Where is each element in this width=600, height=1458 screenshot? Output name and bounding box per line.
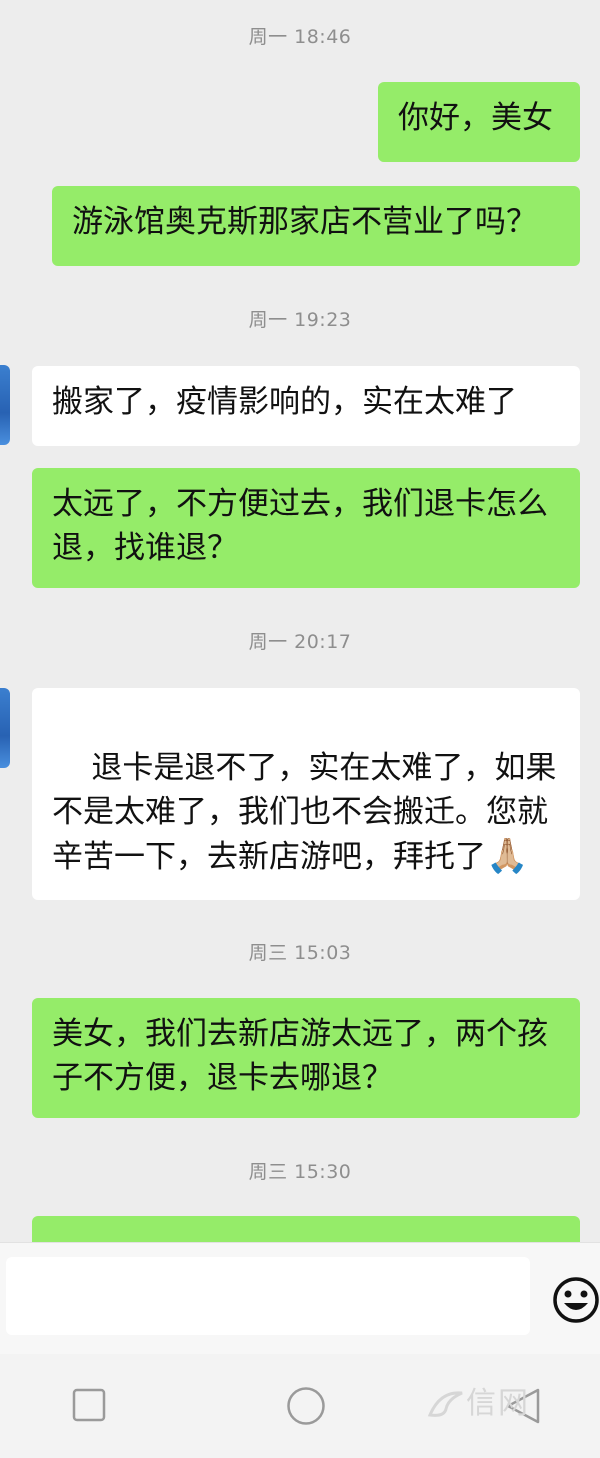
watermark-swirl-icon bbox=[427, 1390, 463, 1417]
smile-icon[interactable] bbox=[552, 1273, 600, 1327]
recent-square-icon[interactable] bbox=[72, 1388, 106, 1426]
message-bubble-received[interactable]: 搬家了，疫情影响的，实在太难了 bbox=[32, 366, 580, 446]
watermark-text: 信网 bbox=[466, 1386, 530, 1421]
message-text: 退卡是退不了，实在太难了，如果不是太难了，我们也不会搬迁。您就辛苦一下，去新店游… bbox=[52, 750, 557, 875]
message-bubble-sent[interactable]: 游泳馆奥克斯那家店不营业了吗？ bbox=[52, 186, 580, 266]
input-bar bbox=[0, 1242, 600, 1355]
contact-avatar[interactable] bbox=[0, 365, 10, 445]
message-input[interactable] bbox=[6, 1257, 530, 1335]
timestamp: 周一 19:23 bbox=[248, 309, 352, 331]
message-bubble-sent[interactable]: 太远了，不方便过去，我们退卡怎么退，找谁退？ bbox=[32, 468, 580, 588]
watermark-logo: 信网 bbox=[426, 1378, 530, 1425]
timestamp: 周三 15:03 bbox=[248, 942, 352, 964]
message-bubble-sent[interactable]: 美女，我们去新店游太远了，两个孩子不方便，退卡去哪退？ bbox=[32, 998, 580, 1118]
timestamp: 周一 20:17 bbox=[248, 631, 352, 653]
message-bubble-received[interactable]: 退卡是退不了，实在太难了，如果不是太难了，我们也不会搬迁。您就辛苦一下，去新店游… bbox=[32, 688, 580, 900]
folded-hands-emoji-icon: 🙏🏼 bbox=[486, 836, 529, 876]
message-bubble-sent[interactable]: 你好，美女 bbox=[378, 82, 580, 162]
contact-avatar[interactable] bbox=[0, 688, 10, 768]
timestamp: 周一 18:46 bbox=[248, 26, 352, 48]
home-circle-icon[interactable] bbox=[286, 1386, 326, 1430]
timestamp: 周三 15:30 bbox=[248, 1161, 352, 1183]
